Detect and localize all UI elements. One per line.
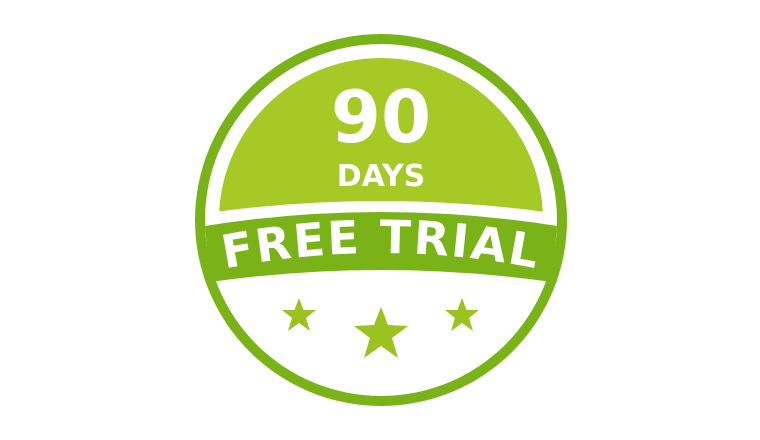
badge-unit: DAYS <box>337 159 426 194</box>
free-trial-badge: 90 DAYS FREE TRIAL <box>195 34 567 406</box>
badge-canvas: 90 DAYS FREE TRIAL <box>0 0 760 440</box>
badge-number: 90 <box>331 75 431 159</box>
